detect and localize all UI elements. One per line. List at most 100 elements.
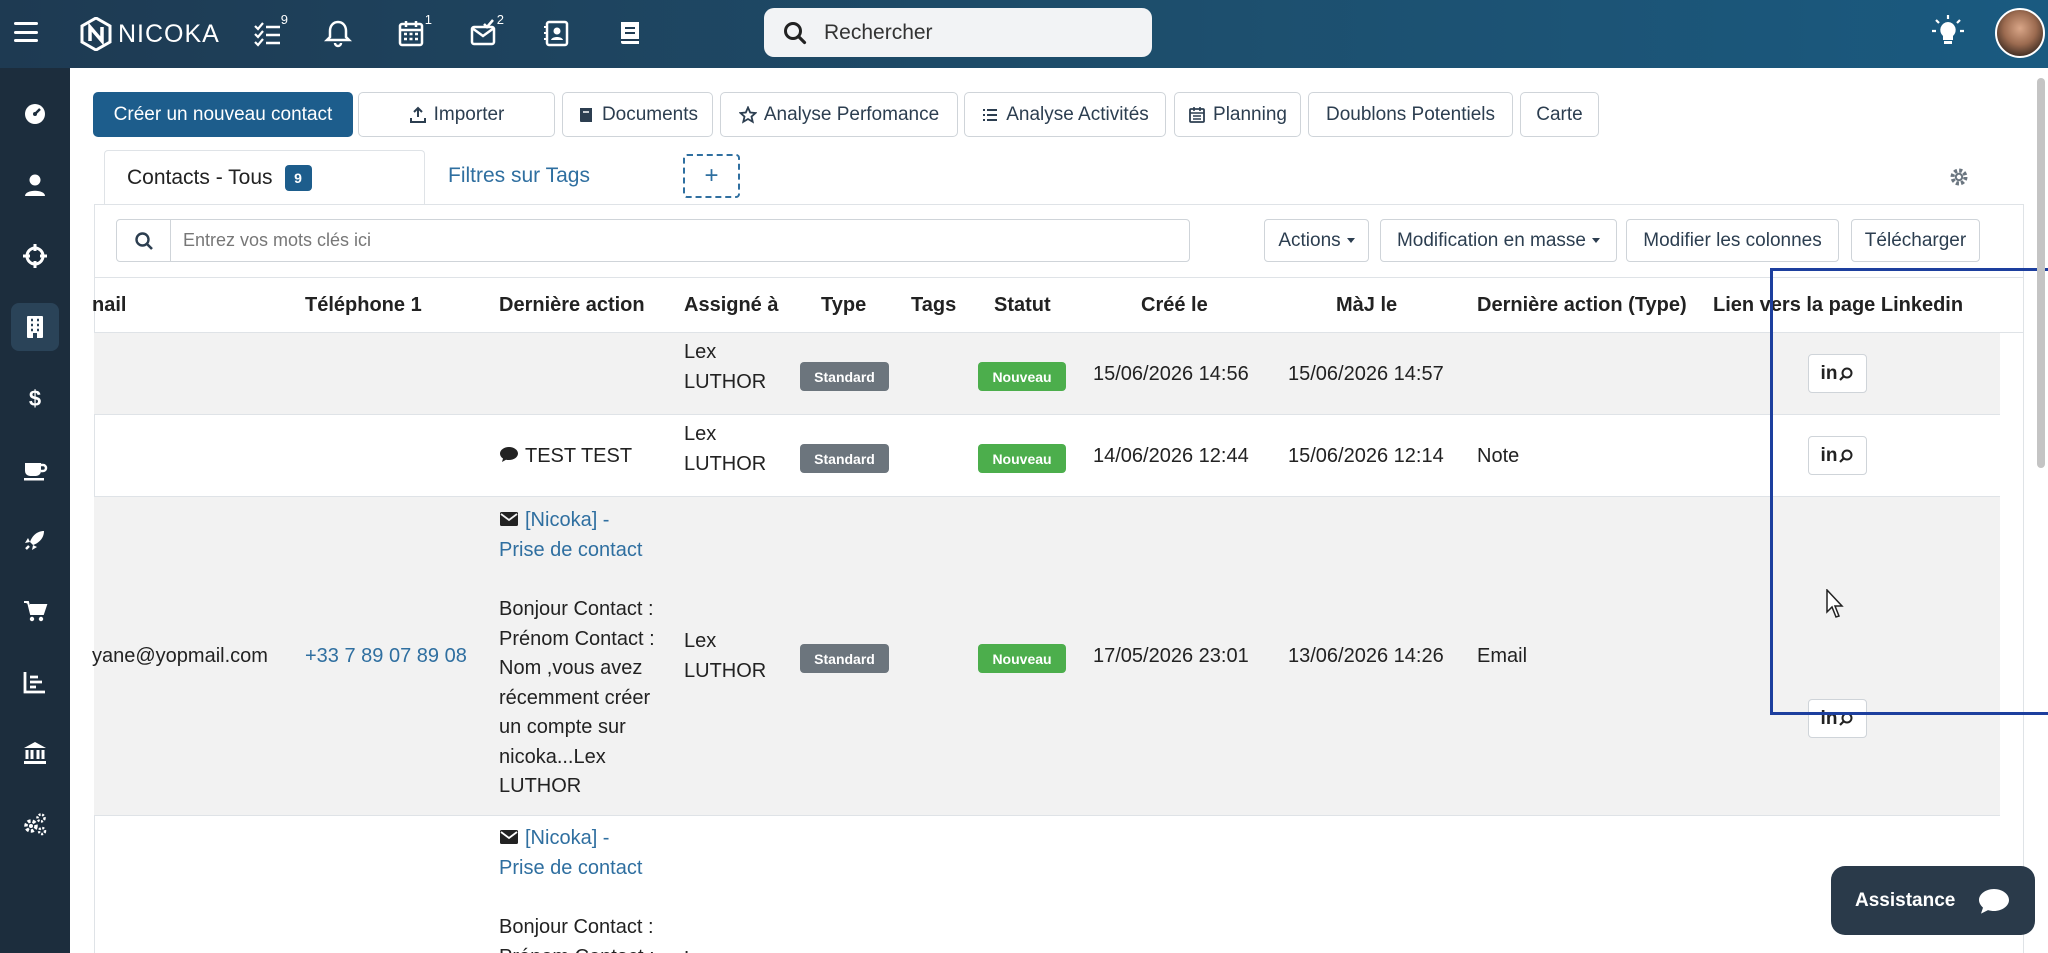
book-icon[interactable] — [615, 18, 645, 48]
status-badge: Nouveau — [978, 444, 1066, 473]
documents-button[interactable]: Documents — [562, 92, 713, 137]
last-action-subject[interactable]: [Nicoka] - — [499, 505, 609, 536]
updated-date: 13/06/2026 14:26 — [1288, 645, 1444, 667]
subject-line-1: [Nicoka] - — [525, 827, 610, 849]
col-updated[interactable]: MàJ le — [1336, 278, 1397, 333]
coffee-icon[interactable] — [11, 445, 59, 493]
body-line-7: LUTHOR — [499, 775, 582, 797]
cogs-icon[interactable] — [11, 800, 59, 848]
tasks-icon[interactable]: 9 — [252, 12, 288, 48]
bank-icon[interactable] — [11, 729, 59, 777]
col-last-action[interactable]: Dernière action — [499, 278, 645, 333]
col-last-action-type[interactable]: Dernière action (Type) — [1477, 278, 1687, 333]
import-label: Importer — [433, 103, 505, 125]
menu-icon[interactable] — [14, 22, 38, 42]
sidebar: $ — [0, 68, 70, 953]
tab-tag-filters[interactable]: Filtres sur Tags — [448, 164, 590, 188]
table-row[interactable]: TEST TEST Lex LUTHOR Standard Nouveau 14… — [94, 415, 2000, 497]
dashboard-icon[interactable] — [11, 90, 59, 138]
bell-icon[interactable] — [323, 18, 353, 48]
dollar-icon[interactable]: $ — [11, 374, 59, 422]
address-book-icon[interactable] — [542, 18, 572, 48]
keyword-search[interactable] — [116, 219, 1190, 262]
updated-date: 15/06/2026 14:57 — [1288, 363, 1444, 385]
user-icon[interactable] — [11, 161, 59, 209]
updated-date: 15/06/2026 12:14 — [1288, 445, 1444, 467]
user-avatar[interactable] — [1995, 8, 2045, 58]
app-logo[interactable]: NICOKA — [80, 14, 220, 54]
caret-down-icon — [1592, 238, 1601, 243]
body-line-2: Prénom Contact : — [499, 628, 655, 650]
actions-label: Actions — [1278, 229, 1341, 251]
cart-icon[interactable] — [11, 587, 59, 635]
col-email[interactable]: nail — [92, 278, 126, 333]
linkedin-column-highlight — [1770, 268, 2048, 715]
subject-line-1: [Nicoka] - — [525, 509, 610, 531]
building-icon[interactable] — [11, 303, 59, 351]
list-icon — [983, 108, 998, 121]
download-button[interactable]: Télécharger — [1851, 219, 1980, 262]
col-created[interactable]: Créé le — [1141, 278, 1208, 333]
analyse-performance-button[interactable]: Analyse Perfomance — [720, 92, 958, 137]
body-line-3: Nom ,vous avez — [499, 657, 643, 679]
assistance-label: Assistance — [1855, 889, 1956, 911]
mail-check-icon[interactable]: 2 — [468, 12, 504, 48]
phone[interactable]: +33 7 89 07 89 08 — [305, 641, 467, 671]
status-badge: Nouveau — [978, 644, 1066, 673]
page-scrollbar[interactable] — [2037, 78, 2045, 468]
col-phone[interactable]: Téléphone 1 — [305, 278, 422, 333]
table-row[interactable]: [Nicoka] - Prise de contact Bonjour Cont… — [94, 816, 2000, 953]
import-button[interactable]: Importer — [358, 92, 555, 137]
rocket-icon[interactable] — [11, 516, 59, 564]
last-action-subject[interactable]: [Nicoka] - — [499, 823, 609, 854]
col-type[interactable]: Type — [821, 278, 866, 333]
carte-button[interactable]: Carte — [1520, 92, 1599, 137]
planning-label: Planning — [1213, 103, 1287, 125]
contacts-count-badge: 9 — [284, 165, 312, 191]
planning-button[interactable]: Planning — [1174, 92, 1301, 137]
col-status[interactable]: Statut — [994, 278, 1051, 333]
search-icon — [117, 220, 171, 261]
col-tags[interactable]: Tags — [911, 278, 956, 333]
analyse-activites-button[interactable]: Analyse Activités — [964, 92, 1166, 137]
actions-dropdown[interactable]: Actions — [1264, 219, 1369, 262]
table-row[interactable]: Lex LUTHOR Standard Nouveau 15/06/2026 1… — [94, 333, 2000, 415]
doublons-button[interactable]: Doublons Potentiels — [1308, 92, 1513, 137]
assigned-first: Lex — [684, 944, 716, 953]
bulk-edit-dropdown[interactable]: Modification en masse — [1380, 219, 1617, 262]
subject-line-2[interactable]: Prise de contact — [499, 853, 642, 883]
chart-icon[interactable] — [11, 658, 59, 706]
gear-icon[interactable] — [1948, 166, 1970, 188]
last-action: TEST TEST — [499, 441, 632, 472]
keyword-search-input[interactable] — [171, 230, 1171, 251]
global-search-label: Rechercher — [824, 20, 933, 44]
create-contact-button[interactable]: Créer un nouveau contact — [93, 92, 353, 137]
assigned-last: LUTHOR — [684, 371, 767, 393]
col-assigned[interactable]: Assigné à — [684, 278, 778, 333]
type-badge: Standard — [800, 362, 889, 391]
created-date: 14/06/2026 12:44 — [1093, 445, 1249, 467]
calendar-badge: 1 — [424, 12, 432, 27]
crosshair-icon[interactable] — [11, 232, 59, 280]
lightbulb-icon[interactable] — [1930, 14, 1966, 50]
add-tab-button[interactable]: + — [683, 154, 740, 198]
envelope-icon — [499, 824, 519, 854]
body-line-2: Prénom Contact : — [499, 942, 655, 953]
assistance-button[interactable]: Assistance — [1831, 866, 2035, 935]
calendar-icon[interactable]: 1 — [396, 12, 432, 48]
table-row[interactable]: yane@yopmail.com +33 7 89 07 89 08 [Nico… — [92, 497, 2000, 816]
envelope-icon — [499, 506, 519, 536]
body-line-4: récemment créer — [499, 687, 651, 709]
email[interactable]: yane@yopmail.com — [92, 641, 268, 671]
tab-contacts-all[interactable]: Contacts - Tous 9 — [104, 150, 425, 205]
comment-icon — [499, 442, 519, 472]
mail-badge: 2 — [496, 12, 504, 27]
edit-columns-button[interactable]: Modifier les colonnes — [1626, 219, 1839, 262]
main-content: Créer un nouveau contact Importer Docume… — [70, 68, 2048, 953]
global-search[interactable]: Rechercher — [764, 8, 1152, 57]
assigned-last: LUTHOR — [684, 453, 767, 475]
star-icon — [738, 105, 757, 124]
subject-line-2[interactable]: Prise de contact — [499, 535, 642, 565]
search-icon — [784, 21, 807, 44]
bulk-edit-label: Modification en masse — [1396, 229, 1587, 251]
